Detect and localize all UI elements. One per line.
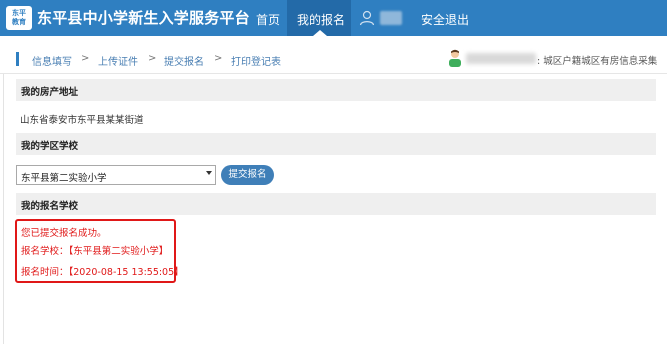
site-title: 东平县中小学新生入学服务平台 [37,9,250,27]
section-title-registered-school: 我的报名学校 [21,201,79,212]
content-left-border [3,74,4,344]
registration-category: : 城区户籍城区有房信息采集 [537,56,658,67]
nav-my-registration[interactable]: 我的报名 [297,11,345,28]
registration-time-line: 报名时间：【2020-08-15 13:55:05】 [21,267,184,278]
section-header-district-school: 我的学区学校 [16,133,656,155]
section-title-district-school: 我的学区学校 [21,141,79,152]
section-header-registered-school: 我的报名学校 [16,193,656,215]
property-address: 山东省泰安市东平县某某街道 [20,115,144,126]
user-name-redacted [380,11,402,25]
nav-active-pointer [313,30,327,36]
breadcrumb-separator: > [148,53,157,64]
user-icon[interactable] [359,10,375,26]
breadcrumb-accent-bar [16,52,19,66]
user-name-redacted-blur [466,53,536,64]
breadcrumb-separator: > [81,53,90,64]
section-header-property: 我的房产地址 [16,79,656,101]
logout-link[interactable]: 安全退出 [421,11,469,28]
section-title-property: 我的房产地址 [21,87,79,98]
breadcrumb-step-upload[interactable]: 上传证件 [98,53,138,68]
logo-text-line2: 教育 [12,18,26,26]
registration-result-box: 您已提交报名成功。 报名学校：【东平县第二实验小学】 报名时间：【2020-08… [15,219,184,283]
nav-home[interactable]: 首页 [256,11,280,28]
submit-registration-button[interactable]: 提交报名 [221,165,274,185]
breadcrumb-step-submit[interactable]: 提交报名 [164,53,204,68]
breadcrumb-step-print[interactable]: 打印登记表 [231,53,281,68]
site-logo: 东平 教育 [6,6,32,30]
school-select[interactable]: 东平县第二实验小学 [16,165,216,185]
success-message: 您已提交报名成功。 [21,228,107,239]
avatar-icon [449,49,461,67]
breadcrumb-step-fill-info[interactable]: 信息填写 [32,53,72,68]
logo-text-line1: 东平 [12,9,26,17]
select-arrow-icon [206,171,212,175]
registered-school-line: 报名学校：【东平县第二实验小学】 [21,246,169,257]
top-header: 东平 教育 东平县中小学新生入学服务平台 首页 我的报名 安全退出 [0,0,667,36]
breadcrumb-separator: > [214,53,223,64]
school-select-value: 东平县第二实验小学 [21,173,107,184]
